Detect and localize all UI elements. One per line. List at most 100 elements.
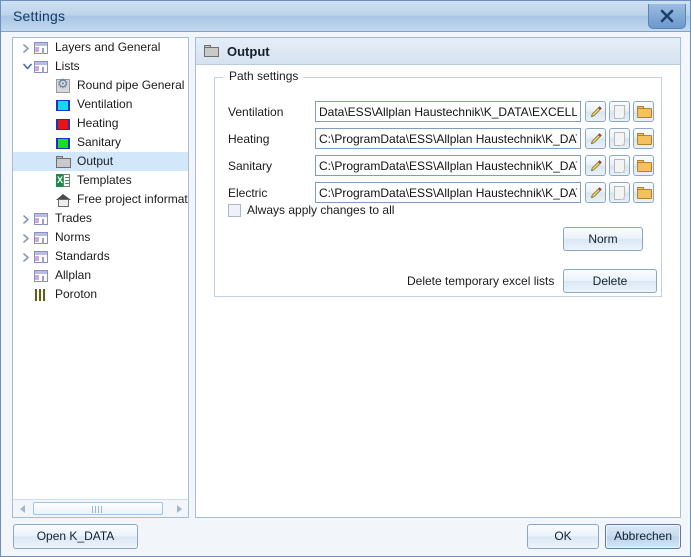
path-settings-legend: Path settings xyxy=(225,69,303,83)
ventilation-edit-button[interactable] xyxy=(585,101,606,122)
tree-item-label: Norms xyxy=(55,230,91,244)
heating-edit-button[interactable] xyxy=(585,128,606,149)
expander-spacer xyxy=(19,285,34,304)
expander-spacer xyxy=(41,171,56,190)
ventilation-document-button xyxy=(609,101,630,122)
tree-item-label: Standards xyxy=(55,249,110,263)
path-row-ventilation: Ventilation xyxy=(215,101,663,125)
tree-item-heating[interactable]: Heating xyxy=(13,114,188,133)
expander-spacer xyxy=(41,190,56,209)
panel-header: Output xyxy=(196,38,680,65)
tree-item-label: Ventilation xyxy=(77,97,133,111)
path-label: Heating xyxy=(228,132,270,146)
pencil-icon xyxy=(589,132,603,146)
page-icon xyxy=(34,249,50,265)
electric-path-input[interactable] xyxy=(315,182,581,203)
tree-item-label: Templates xyxy=(77,173,132,187)
excel-icon: X xyxy=(56,173,72,189)
tree-item-ventilation[interactable]: Ventilation xyxy=(13,95,188,114)
heating-browse-button[interactable] xyxy=(633,128,654,149)
expander-spacer xyxy=(41,152,56,171)
ok-button[interactable]: OK xyxy=(527,524,599,549)
document-icon xyxy=(614,132,625,146)
norm-button[interactable]: Norm xyxy=(563,227,643,251)
pencil-icon xyxy=(589,105,603,119)
tree-item-trades[interactable]: Trades xyxy=(13,209,188,228)
path-row-heating: Heating xyxy=(215,128,663,152)
chevron-right-icon[interactable] xyxy=(19,38,34,57)
electric-edit-button[interactable] xyxy=(585,182,606,203)
tree-item-standards[interactable]: Standards xyxy=(13,247,188,266)
sanitary-edit-button[interactable] xyxy=(585,155,606,176)
expander-spacer xyxy=(41,76,56,95)
checkbox-box-icon[interactable] xyxy=(228,203,241,217)
tree-item-output[interactable]: Output xyxy=(13,152,188,171)
brick-icon xyxy=(34,287,50,303)
page-icon xyxy=(34,211,50,227)
house-icon xyxy=(56,192,72,208)
tree-item-label: Free project informat xyxy=(77,192,188,206)
sanitary-browse-button[interactable] xyxy=(633,155,654,176)
tree-item-round-pipe-general[interactable]: Round pipe General xyxy=(13,76,188,95)
always-apply-label: Always apply changes to all xyxy=(247,203,395,217)
page-icon xyxy=(34,40,50,56)
path-row-sanitary: Sanitary xyxy=(215,155,663,179)
tree-horizontal-scrollbar[interactable] xyxy=(13,499,188,517)
tree-item-label: Layers and General xyxy=(55,40,161,54)
page-icon xyxy=(34,268,50,284)
path-settings-group: Path settings Ventilation Heating Sanitary… xyxy=(214,69,663,297)
tree-item-free-project-informat[interactable]: Free project informat xyxy=(13,190,188,209)
tree-item-sanitary[interactable]: Sanitary xyxy=(13,133,188,152)
duct-sanitary-icon xyxy=(56,135,72,151)
heating-path-input[interactable] xyxy=(315,128,581,149)
folder-icon xyxy=(56,154,72,170)
folder-open-icon xyxy=(637,133,652,145)
chevron-right-icon[interactable] xyxy=(19,247,34,266)
electric-browse-button[interactable] xyxy=(633,182,654,203)
tree-item-label: Trades xyxy=(55,211,92,225)
window-title: Settings xyxy=(13,8,66,24)
document-icon xyxy=(614,105,625,119)
settings-dialog: Settings Layers and General Lists Round pi… xyxy=(0,0,691,557)
heating-document-button xyxy=(609,128,630,149)
open-kdata-button[interactable]: Open K_DATA xyxy=(13,524,138,549)
scroll-right-button[interactable] xyxy=(171,501,186,516)
tree-item-norms[interactable]: Norms xyxy=(13,228,188,247)
tree-item-lists[interactable]: Lists xyxy=(13,57,188,76)
ventilation-path-input[interactable] xyxy=(315,101,581,122)
delete-button[interactable]: Delete xyxy=(563,269,657,293)
tree-item-allplan[interactable]: Allplan xyxy=(13,266,188,285)
page-title: Output xyxy=(227,43,270,59)
tree-item-label: Lists xyxy=(55,59,80,73)
scrollbar-grip-icon xyxy=(92,506,104,513)
scroll-left-button[interactable] xyxy=(15,501,30,516)
duct-vent-icon xyxy=(56,97,72,113)
folder-open-icon xyxy=(637,160,652,172)
delete-temp-lists-label: Delete temporary excel lists xyxy=(407,274,555,288)
page-icon xyxy=(34,59,50,75)
sanitary-document-button xyxy=(609,155,630,176)
close-button[interactable] xyxy=(648,4,686,29)
tree-item-label: Round pipe General xyxy=(77,78,185,92)
scrollbar-thumb[interactable] xyxy=(33,502,163,515)
tree-item-label: Heating xyxy=(77,116,119,130)
tree-item-poroton[interactable]: Poroton xyxy=(13,285,188,304)
title-bar: Settings xyxy=(1,1,690,32)
chevron-down-icon[interactable] xyxy=(19,57,34,76)
tree-item-templates[interactable]: X Templates xyxy=(13,171,188,190)
chevron-right-icon[interactable] xyxy=(19,228,34,247)
gear-icon xyxy=(56,78,72,94)
electric-document-button xyxy=(609,182,630,203)
expander-spacer xyxy=(19,266,34,285)
tree-item-list: Layers and General Lists Round pipe Genera… xyxy=(13,38,188,499)
document-icon xyxy=(614,186,625,200)
tree-item-layers-and-general[interactable]: Layers and General xyxy=(13,38,188,57)
ventilation-browse-button[interactable] xyxy=(633,101,654,122)
sanitary-path-input[interactable] xyxy=(315,155,581,176)
chevron-right-icon[interactable] xyxy=(19,209,34,228)
always-apply-checkbox[interactable]: Always apply changes to all xyxy=(228,203,394,217)
settings-tree[interactable]: Layers and General Lists Round pipe Genera… xyxy=(12,37,189,518)
cancel-button[interactable]: Abbrechen xyxy=(605,524,681,549)
pencil-icon xyxy=(589,159,603,173)
page-icon xyxy=(34,230,50,246)
